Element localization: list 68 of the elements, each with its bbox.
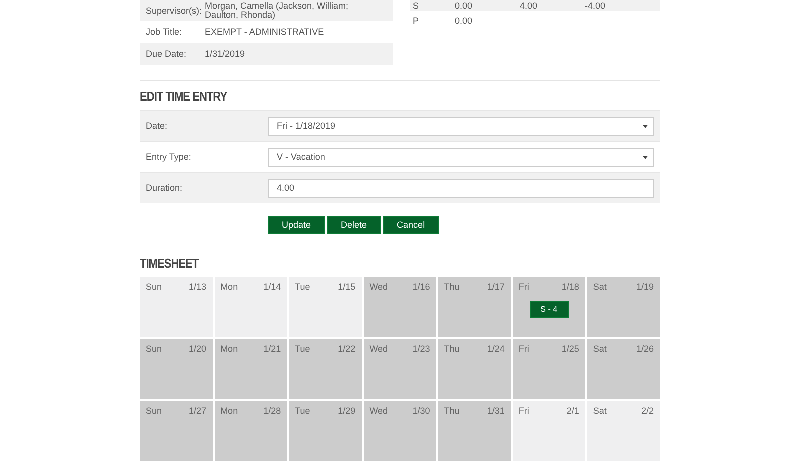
day-name: Sun xyxy=(146,406,162,416)
day-name: Thu xyxy=(444,406,460,416)
day-date: 1/27 xyxy=(189,406,207,416)
field-label: Date: xyxy=(145,121,169,131)
day-date: 1/29 xyxy=(338,406,356,416)
field-label: Entry Type: xyxy=(145,152,192,162)
day-name: Sat xyxy=(593,344,607,354)
section-heading: EDIT TIME ENTRY xyxy=(140,89,228,104)
day-date: 2/2 xyxy=(641,406,654,416)
day-date: 1/30 xyxy=(412,406,430,416)
balance-value: 0.00 xyxy=(455,0,474,10)
input-field[interactable]: 4.00 xyxy=(268,178,654,198)
day-name: Sun xyxy=(146,282,162,292)
day-date: 1/21 xyxy=(264,344,282,354)
day-date: 1/20 xyxy=(189,344,207,354)
section-heading: TIMESHEET xyxy=(140,256,200,271)
day-name: Sun xyxy=(146,344,162,354)
day-date: 1/26 xyxy=(636,344,654,354)
balance-value: -4.00 xyxy=(585,0,607,10)
day-name: Sat xyxy=(593,406,607,416)
day-name: Sat xyxy=(593,282,607,292)
day-date: 1/31 xyxy=(487,406,505,416)
select-field[interactable]: Fri - 1/18/2019 xyxy=(268,116,654,136)
action-button[interactable]: Update xyxy=(268,216,326,234)
balance-value: 0.00 xyxy=(455,16,474,26)
day-name: Mon xyxy=(220,344,238,354)
day-date: 1/18 xyxy=(562,282,580,292)
day-date: 1/19 xyxy=(636,282,654,292)
day-name: Thu xyxy=(444,344,460,354)
day-name: Thu xyxy=(444,282,460,292)
balance-code: S xyxy=(412,0,420,10)
day-date: 1/28 xyxy=(264,406,282,416)
day-name: Tue xyxy=(295,406,310,416)
day-date: 1/16 xyxy=(412,282,430,292)
caret-icon xyxy=(643,124,648,128)
day-name: Fri xyxy=(518,344,530,354)
action-button[interactable]: Cancel xyxy=(383,216,440,234)
day-date: 1/14 xyxy=(264,282,282,292)
time-entry-chip[interactable]: S - 4 xyxy=(530,301,569,318)
day-name: Mon xyxy=(220,406,238,416)
day-name: Wed xyxy=(370,344,388,354)
balance-code: P xyxy=(412,16,420,26)
day-date: 1/22 xyxy=(338,344,356,354)
day-date: 1/23 xyxy=(412,344,430,354)
day-name: Fri xyxy=(518,282,530,292)
balance-value: 4.00 xyxy=(520,0,539,10)
action-button[interactable]: Delete xyxy=(327,216,382,234)
info-value: 1/31/2019 xyxy=(205,50,246,58)
day-date: 1/24 xyxy=(487,344,505,354)
day-name: Wed xyxy=(370,282,388,292)
info-label: Supervisor(s): xyxy=(145,6,204,16)
info-label: Due Date: xyxy=(145,49,188,59)
day-date: 1/25 xyxy=(562,344,580,354)
day-name: Tue xyxy=(295,282,310,292)
info-label: Job Title: xyxy=(145,27,184,37)
day-date: 2/1 xyxy=(566,406,580,416)
day-name: Wed xyxy=(370,406,388,416)
day-name: Tue xyxy=(295,344,310,354)
day-name: Mon xyxy=(220,282,238,292)
day-name: Fri xyxy=(518,406,530,416)
select-field[interactable]: V - Vacation xyxy=(268,148,654,166)
info-value: Morgan, Camella (Jackson, William; Daulton, Rhonda) xyxy=(205,2,350,20)
caret-icon xyxy=(643,154,648,160)
field-label: Duration: xyxy=(145,183,184,193)
day-date: 1/17 xyxy=(487,282,505,292)
day-date: 1/13 xyxy=(189,282,207,292)
info-value: EXEMPT - ADMINISTRATIVE xyxy=(205,28,326,36)
day-date: 1/15 xyxy=(338,282,356,292)
